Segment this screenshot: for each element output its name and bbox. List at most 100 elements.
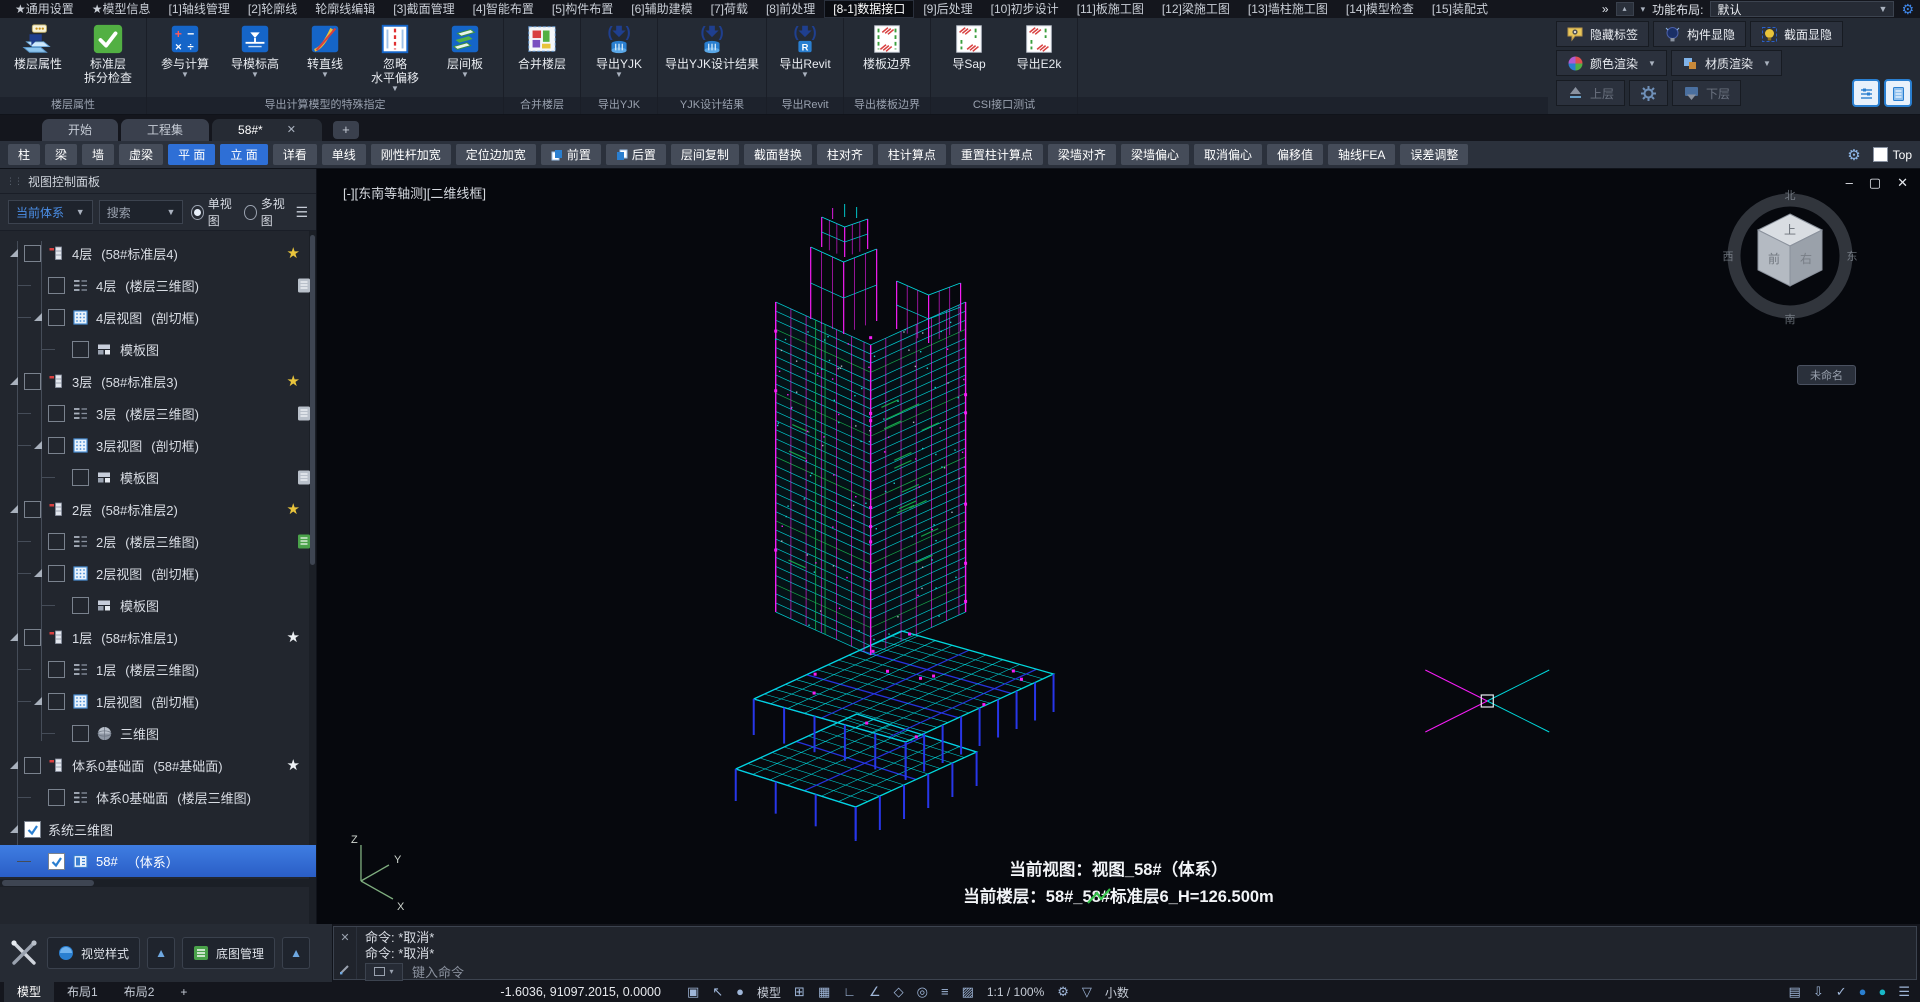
layout-tab-布局2[interactable]: 布局2: [111, 982, 168, 1002]
annotation-scale-button[interactable]: 1:1 / 100%: [987, 985, 1044, 999]
tree-checkbox[interactable]: [24, 373, 41, 390]
ribbon-button-floor-properties[interactable]: 楼层属性: [4, 21, 72, 72]
ribbon-button-interlayer-slab[interactable]: 层间板▼: [431, 21, 499, 80]
menu-collapse-button[interactable]: ▴: [1616, 2, 1634, 16]
tree-expander-icon[interactable]: [34, 313, 42, 321]
tree-checkbox[interactable]: [72, 597, 89, 614]
document-panel-button[interactable]: [1884, 79, 1912, 107]
precision-button[interactable]: 小数: [1105, 984, 1129, 1001]
menu-item[interactable]: [10]初步设计: [982, 0, 1068, 18]
settings-gear-icon[interactable]: ⚙: [1057, 982, 1069, 1002]
menu-item[interactable]: ★模型信息: [83, 0, 160, 18]
tree-row[interactable]: 3层(楼层三维图): [0, 397, 316, 429]
tree-checkbox[interactable]: [48, 309, 65, 326]
menu-overflow-icon[interactable]: »: [1602, 2, 1609, 16]
doc-grey-icon[interactable]: [296, 405, 312, 422]
tree-checkbox[interactable]: [48, 405, 65, 422]
toolbar-button-截面替换[interactable]: 截面替换: [744, 144, 812, 165]
tree-row[interactable]: 4层(58#标准层4)★: [0, 237, 316, 269]
view-cube[interactable]: 北东南西上前右: [1720, 183, 1860, 329]
tab-[interactable]: 工程集: [121, 119, 209, 141]
favorite-star-icon[interactable]: ★: [287, 630, 300, 645]
single-view-radio[interactable]: 单视图: [191, 195, 236, 229]
tree-row[interactable]: 三维图: [0, 717, 316, 749]
layout-tab-+[interactable]: +: [167, 982, 200, 1002]
tab-[interactable]: 开始: [42, 119, 118, 141]
ribbon-button-merge-floors[interactable]: 合并楼层: [508, 21, 576, 72]
snap-mode-icon[interactable]: ▦: [818, 982, 830, 1002]
transparency-icon[interactable]: ▨: [962, 982, 974, 1002]
toolbar-button-重置柱计算点[interactable]: 重置柱计算点: [951, 144, 1043, 165]
check-icon[interactable]: ✓: [1836, 982, 1847, 1002]
ortho-mode-icon[interactable]: ∟: [843, 982, 856, 1002]
toolbar-button-层间复制[interactable]: 层间复制: [671, 144, 739, 165]
toolbar-button-刚性杆加宽[interactable]: 刚性杆加宽: [371, 144, 451, 165]
tree-checkbox[interactable]: [24, 821, 41, 838]
command-close-icon[interactable]: ✕: [340, 931, 349, 944]
tree-checkbox[interactable]: [48, 693, 65, 710]
tree-checkbox[interactable]: [48, 565, 65, 582]
tree-expander-icon[interactable]: [34, 697, 42, 705]
visual-style-button[interactable]: 视觉样式: [47, 937, 140, 969]
toolbar-button-虚梁[interactable]: 虚梁: [119, 144, 163, 165]
viewport-controls-label[interactable]: [-][东南等轴测][二维线框]: [343, 183, 486, 202]
lineweight-icon[interactable]: ≡: [941, 982, 949, 1002]
tree-row[interactable]: 3层(58#标准层3)★: [0, 365, 316, 397]
toolbar-button-误差调整[interactable]: 误差调整: [1400, 144, 1468, 165]
menu-item[interactable]: [8-1]数据接口: [824, 0, 914, 18]
cyan-dot-icon[interactable]: ●: [1878, 982, 1886, 1002]
tree-horizontal-scrollbar[interactable]: [0, 879, 316, 887]
menu-item[interactable]: [9]后处理: [914, 0, 981, 18]
menu-item[interactable]: [3]截面管理: [384, 0, 463, 18]
top-view-checkbox[interactable]: ✓Top: [1873, 147, 1912, 162]
toolbar-button-梁[interactable]: 梁: [45, 144, 77, 165]
menu-item[interactable]: [13]墙柱施工图: [1239, 0, 1337, 18]
layout-tab-模型[interactable]: 模型: [4, 982, 54, 1002]
object-snap-icon[interactable]: ◎: [917, 982, 928, 1002]
doc-green-icon[interactable]: [296, 533, 312, 550]
tree-row[interactable]: 1层(58#标准层1)★: [0, 621, 316, 653]
tree-row[interactable]: 2层(楼层三维图): [0, 525, 316, 557]
tab-add-button[interactable]: +: [333, 121, 359, 139]
panel-menu-icon[interactable]: ☰: [295, 204, 308, 221]
tree-row[interactable]: 2层视图(剖切框): [0, 557, 316, 589]
toolbar-button-墙[interactable]: 墙: [82, 144, 114, 165]
scrollbar-thumb[interactable]: [2, 880, 94, 886]
tree-checkbox[interactable]: [72, 725, 89, 742]
tree-checkbox[interactable]: [48, 853, 65, 870]
tree-checkbox[interactable]: [24, 501, 41, 518]
favorite-star-icon[interactable]: ★: [287, 502, 300, 517]
tree-checkbox[interactable]: [48, 437, 65, 454]
properties-panel-button[interactable]: [1852, 79, 1880, 107]
blue-dot-icon[interactable]: ●: [1859, 982, 1867, 1002]
tree-expander-icon[interactable]: [10, 633, 18, 641]
layout-gear-icon[interactable]: ⚙: [1901, 2, 1914, 16]
viewcube-unnamed-button[interactable]: 未命名: [1797, 365, 1856, 385]
menu-item[interactable]: [15]装配式: [1423, 0, 1497, 18]
tree-row[interactable]: 模板图: [0, 461, 316, 493]
tree-expander-icon[interactable]: [34, 569, 42, 577]
favorite-star-icon[interactable]: ★: [287, 246, 300, 261]
tab-close-icon[interactable]: ✕: [287, 119, 296, 141]
cursor-select-icon[interactable]: ↖: [712, 982, 723, 1002]
toolbar-button-梁墙偏心[interactable]: 梁墙偏心: [1121, 144, 1189, 165]
tree-row[interactable]: 1层(楼层三维图): [0, 653, 316, 685]
ribbon-button-export-yjk[interactable]: ()导出YJK▼: [585, 21, 653, 80]
menu-item[interactable]: ★通用设置: [6, 0, 83, 18]
polar-tracking-icon[interactable]: ∠: [869, 982, 881, 1002]
drawing-viewport[interactable]: ZYX [-][东南等轴测][二维线框] – ▢ ✕ 北东南西上前右 未命名 当…: [317, 169, 1920, 924]
ribbon-button-export-sap[interactable]: 导Sap: [935, 21, 1003, 72]
base-map-up-button[interactable]: ▲: [282, 937, 310, 969]
doc-grey-icon[interactable]: [296, 277, 312, 294]
toolbar-button-柱计算点[interactable]: 柱计算点: [878, 144, 946, 165]
filter-icon[interactable]: ▽: [1082, 982, 1092, 1002]
ribbon-right-button-section-visibility[interactable]: 截面显隐: [1750, 21, 1843, 47]
hamburger-menu-icon[interactable]: ☰: [1898, 982, 1910, 1002]
toolbar-button-前置[interactable]: 前置: [541, 144, 601, 165]
tree-expander-icon[interactable]: [34, 441, 42, 449]
command-window[interactable]: ✕ 命令: *取消* 命令: *取消* ▾ 键入命令: [333, 926, 1917, 980]
tree-row[interactable]: 模板图: [0, 333, 316, 365]
ribbon-button-slab-boundary[interactable]: 楼板边界: [853, 21, 921, 72]
command-combo-icon[interactable]: ▾: [365, 963, 403, 981]
menu-caret-icon[interactable]: ▾: [1641, 4, 1646, 15]
